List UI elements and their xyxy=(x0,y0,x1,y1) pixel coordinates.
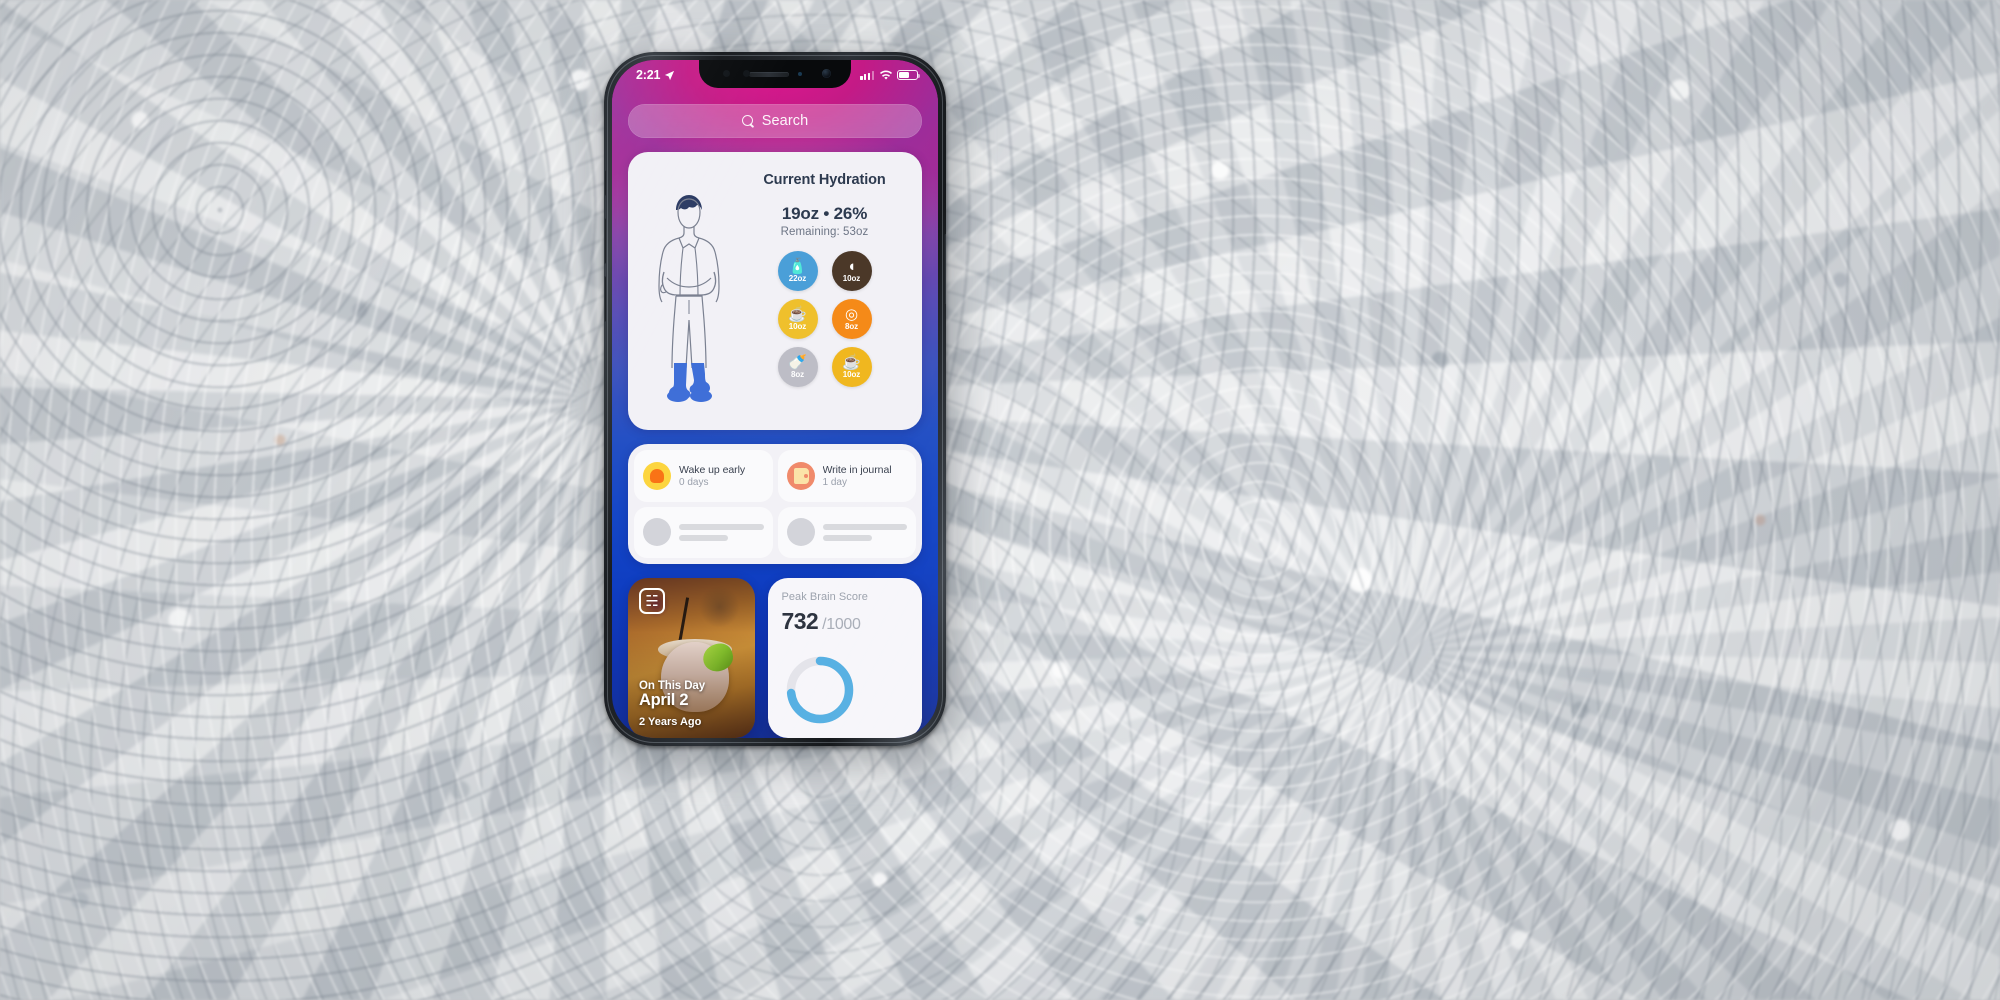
placeholder-avatar xyxy=(643,518,671,547)
on-this-day-text: On This Day April 2 2 Years Ago xyxy=(639,680,747,728)
scene: 2:21 Search Current Hydration 19oz • 26%… xyxy=(0,0,2000,1000)
beverage-amount: 8oz xyxy=(790,370,805,379)
habit-name: Wake up early xyxy=(679,463,746,476)
battery-icon xyxy=(897,69,921,81)
beverage-amount: 10oz xyxy=(788,322,807,331)
beverage-button-milk-bottle[interactable]: 🍼 8oz xyxy=(777,347,818,387)
book-bookmark-icon: ☵ xyxy=(639,588,665,614)
habit-text: Write in journal 1 day xyxy=(823,464,892,488)
proximity-sensor-icon xyxy=(797,72,802,76)
silence-switch[interactable] xyxy=(604,170,606,196)
hydration-fill-blue xyxy=(666,363,712,402)
search-icon xyxy=(741,114,755,128)
brain-score-ring xyxy=(784,654,856,726)
beverage-button-coffee-bean[interactable]: ◖ 10oz xyxy=(831,251,872,291)
hydration-details: Current Hydration 19oz • 26% Remaining: … xyxy=(741,166,908,420)
flood-illuminator-icon xyxy=(743,70,750,77)
beverage-button-citrus-juice[interactable]: ◎ 8oz xyxy=(831,299,872,339)
home-screen-content: Search Current Hydration 19oz • 26% Rema… xyxy=(612,60,938,738)
placeholder-line xyxy=(822,523,907,530)
citrus-juice-icon: ◎ xyxy=(844,306,859,323)
habit-name: Write in journal xyxy=(822,463,892,476)
placeholder-line xyxy=(679,523,764,530)
location-arrow-icon xyxy=(665,70,675,80)
journal-icon xyxy=(786,461,815,490)
status-time: 2:21 xyxy=(636,67,661,82)
beverage-amount: 10oz xyxy=(842,274,861,283)
phone-screen: 2:21 Search Current Hydration 19oz • 26%… xyxy=(612,60,938,738)
beverage-amount: 8oz xyxy=(844,322,859,331)
iphone-device: 2:21 Search Current Hydration 19oz • 26%… xyxy=(604,52,946,746)
beverage-button-tea-cup[interactable]: ☕ 10oz xyxy=(777,299,818,339)
beverage-button-water-bottle[interactable]: 🧴 22oz xyxy=(777,251,818,291)
volume-down-button[interactable] xyxy=(604,276,606,322)
bottom-widget-row: ☵ On This Day April 2 2 Years Ago Peak B… xyxy=(628,578,922,738)
power-button[interactable] xyxy=(944,234,946,304)
brain-score-row: 732 /1000 xyxy=(782,608,909,635)
coffee-bean-icon: ◖ xyxy=(846,258,857,275)
habits-widget[interactable]: Wake up early 0 days Write in journal 1 day xyxy=(628,444,922,564)
milk-bottle-icon: 🍼 xyxy=(788,354,807,371)
habit-streak: 0 days xyxy=(679,476,709,488)
hydration-widget[interactable]: Current Hydration 19oz • 26% Remaining: … xyxy=(628,152,922,430)
wifi-icon xyxy=(879,70,892,80)
brain-score-title: Peak Brain Score xyxy=(781,591,868,603)
background-vignette xyxy=(0,0,2000,1000)
on-this-day-date: April 2 xyxy=(639,691,689,709)
on-this-day-widget[interactable]: ☵ On This Day April 2 2 Years Ago xyxy=(628,578,755,738)
front-camera-icon xyxy=(822,69,831,78)
person-illustration xyxy=(636,166,741,420)
volume-up-button[interactable] xyxy=(604,218,606,264)
beverage-amount: 10oz xyxy=(842,370,861,379)
brain-score-value: 732 xyxy=(781,608,819,634)
infrared-sensor-icon xyxy=(723,70,730,77)
hair-shape xyxy=(675,195,702,210)
habit-item-wake-up-early[interactable]: Wake up early 0 days xyxy=(634,450,773,502)
brain-score-max: /1000 xyxy=(822,616,861,633)
placeholder-lines xyxy=(679,523,764,541)
hydration-remaining: Remaining: 53oz xyxy=(780,226,869,238)
beverage-buttons-grid: 🧴 22oz ◖ 10oz ☕ 10oz ◎ 8oz 🍼 8oz ☕ 10oz xyxy=(777,251,872,387)
placeholder-lines xyxy=(822,523,907,541)
placeholder-avatar xyxy=(786,518,815,547)
book-bookmark-glyph: ☵ xyxy=(645,592,659,610)
search-placeholder: Search xyxy=(761,113,809,129)
hydration-title: Current Hydration xyxy=(763,172,886,188)
cellular-signal-icon xyxy=(860,70,874,80)
search-bar[interactable]: Search xyxy=(628,104,922,138)
habit-placeholder[interactable] xyxy=(634,506,773,558)
on-this-day-years-ago: 2 Years Ago xyxy=(639,716,702,728)
peak-brain-score-widget[interactable]: Peak Brain Score 732 /1000 xyxy=(767,578,922,738)
placeholder-line xyxy=(822,534,872,541)
hot-coffee-icon: ☕ xyxy=(842,354,861,371)
earpiece-speaker xyxy=(748,71,789,77)
tea-cup-icon: ☕ xyxy=(788,306,807,323)
placeholder-line xyxy=(679,534,728,541)
notch xyxy=(699,60,851,88)
habit-text: Wake up early 0 days xyxy=(679,464,745,488)
beverage-button-hot-coffee[interactable]: ☕ 10oz xyxy=(831,347,872,387)
water-bottle-icon: 🧴 xyxy=(788,258,807,275)
sunrise-icon xyxy=(643,461,671,490)
habit-item-write-in-journal[interactable]: Write in journal 1 day xyxy=(777,450,916,502)
beverage-amount: 22oz xyxy=(788,274,807,283)
habit-placeholder[interactable] xyxy=(777,506,916,558)
hydration-amount: 19oz • 26% xyxy=(781,204,868,223)
status-bar-left: 2:21 xyxy=(636,69,675,82)
battery-fill xyxy=(899,71,910,79)
habit-streak: 1 day xyxy=(822,476,847,488)
status-bar-right xyxy=(860,69,921,81)
